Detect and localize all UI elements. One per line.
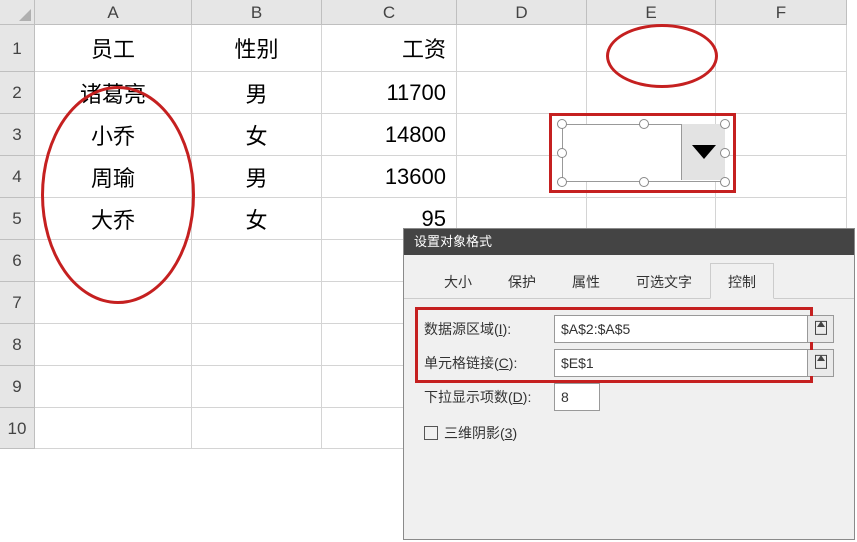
tab-4[interactable]: 控制 (710, 263, 774, 299)
row-header-3[interactable]: 3 (0, 114, 35, 156)
cell-A10[interactable] (35, 408, 192, 449)
cell-A5[interactable]: 大乔 (35, 198, 192, 240)
cell-B3[interactable]: 女 (192, 114, 322, 156)
tab-3[interactable]: 可选文字 (618, 263, 710, 299)
dialog-tabs: 大小保护属性可选文字控制 (404, 263, 854, 299)
cell-E2[interactable] (587, 72, 716, 114)
3d-shadow-checkbox[interactable]: 三维阴影(3) (424, 423, 834, 443)
cell-A9[interactable] (35, 366, 192, 408)
cell-F3[interactable] (716, 114, 847, 156)
select-all-corner[interactable] (0, 0, 35, 25)
column-header-B[interactable]: B (192, 0, 322, 25)
column-header-E[interactable]: E (587, 0, 716, 25)
cell-B5[interactable]: 女 (192, 198, 322, 240)
cell-B1[interactable]: 性别 (192, 25, 322, 72)
tab-1[interactable]: 保护 (490, 263, 554, 299)
row-header-8[interactable]: 8 (0, 324, 35, 366)
cell-link-input[interactable]: $E$1 (554, 349, 834, 377)
cell-B10[interactable] (192, 408, 322, 449)
cell-A7[interactable] (35, 282, 192, 324)
cell-B6[interactable] (192, 240, 322, 282)
cell-C3[interactable]: 14800 (322, 114, 457, 156)
dropdown-lines-label: 下拉显示项数(D): (424, 387, 554, 407)
column-header-C[interactable]: C (322, 0, 457, 25)
cell-D2[interactable] (457, 72, 587, 114)
cell-B7[interactable] (192, 282, 322, 324)
cell-link-label: 单元格链接(C): (424, 353, 554, 373)
row-header-6[interactable]: 6 (0, 240, 35, 282)
range-picker-icon[interactable] (807, 350, 833, 376)
cell-B4[interactable]: 男 (192, 156, 322, 198)
column-header-A[interactable]: A (35, 0, 192, 25)
range-picker-icon[interactable] (807, 316, 833, 342)
row-header-5[interactable]: 5 (0, 198, 35, 240)
cell-B9[interactable] (192, 366, 322, 408)
form-combobox[interactable] (562, 124, 725, 182)
cell-F2[interactable] (716, 72, 847, 114)
cell-F1[interactable] (716, 25, 847, 72)
cell-A1[interactable]: 员工 (35, 25, 192, 72)
cell-B8[interactable] (192, 324, 322, 366)
tab-0[interactable]: 大小 (426, 263, 490, 299)
row-header-9[interactable]: 9 (0, 366, 35, 408)
cell-A3[interactable]: 小乔 (35, 114, 192, 156)
dialog-title: 设置对象格式 (404, 229, 854, 255)
cell-C1[interactable]: 工资 (322, 25, 457, 72)
checkbox-icon (424, 426, 438, 440)
row-header-2[interactable]: 2 (0, 72, 35, 114)
column-header-D[interactable]: D (457, 0, 587, 25)
dropdown-lines-input[interactable]: 8 (554, 383, 600, 411)
cell-C4[interactable]: 13600 (322, 156, 457, 198)
cell-F4[interactable] (716, 156, 847, 198)
cell-A8[interactable] (35, 324, 192, 366)
cell-B2[interactable]: 男 (192, 72, 322, 114)
chevron-down-icon (692, 145, 716, 159)
tab-2[interactable]: 属性 (554, 263, 618, 299)
row-header-7[interactable]: 7 (0, 282, 35, 324)
cell-C2[interactable]: 11700 (322, 72, 457, 114)
cell-A2[interactable]: 诸葛亮 (35, 72, 192, 114)
row-header-1[interactable]: 1 (0, 25, 35, 72)
cell-E1[interactable] (587, 25, 716, 72)
cell-A4[interactable]: 周瑜 (35, 156, 192, 198)
row-header-4[interactable]: 4 (0, 156, 35, 198)
source-range-label: 数据源区域(I): (424, 319, 554, 339)
column-header-F[interactable]: F (716, 0, 847, 25)
cell-D1[interactable] (457, 25, 587, 72)
combobox-dropdown-button[interactable] (681, 124, 725, 180)
source-range-input[interactable]: $A$2:$A$5 (554, 315, 834, 343)
cell-A6[interactable] (35, 240, 192, 282)
row-header-10[interactable]: 10 (0, 408, 35, 449)
format-object-dialog: 设置对象格式 大小保护属性可选文字控制 数据源区域(I): $A$2:$A$5 … (403, 228, 855, 540)
